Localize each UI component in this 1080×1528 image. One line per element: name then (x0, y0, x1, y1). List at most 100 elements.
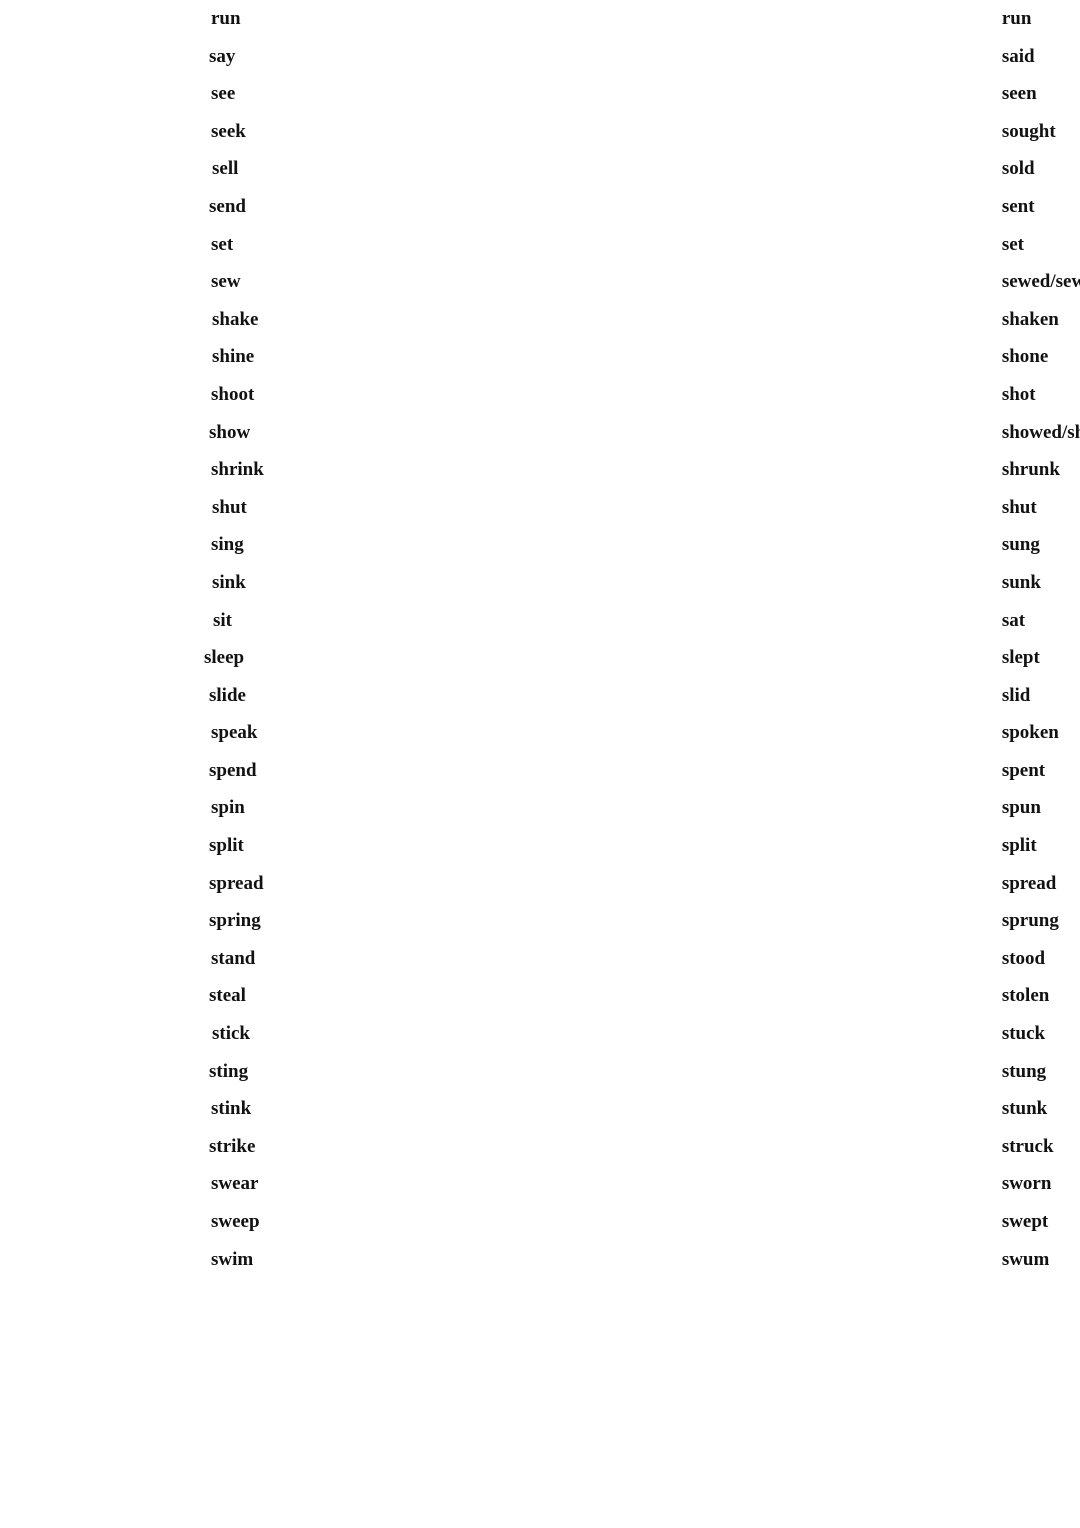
verb-base-form: sell (212, 158, 239, 180)
verb-base-form: shake (212, 308, 259, 330)
verb-past-participle: sewed/sewn (1001, 271, 1080, 293)
verb-base-form: sink (212, 571, 246, 593)
verb-row: shoot shot (0, 376, 1080, 414)
verb-base-form: shine (212, 346, 255, 368)
verb-past-participle: sung (1001, 534, 1040, 556)
verb-base-form: sting (209, 1060, 249, 1082)
verb-base-form: sleep (204, 647, 245, 669)
verb-base-form: set (211, 233, 234, 255)
verb-past-participle: run (1001, 8, 1032, 29)
verb-past-participle: split (1001, 835, 1037, 857)
verb-past-participle: sent (1001, 195, 1035, 217)
verb-row: say said (0, 38, 1080, 76)
verb-base-form: sew (211, 271, 241, 293)
verb-past-participle: sought (1001, 120, 1056, 142)
verb-row: sell sold (0, 150, 1080, 188)
verb-base-form: swear (211, 1173, 259, 1195)
verb-base-form: speak (211, 722, 258, 744)
verb-past-participle: stunk (1001, 1098, 1048, 1120)
verb-row: shrink shrunk (0, 451, 1080, 489)
verb-base-form: shoot (211, 383, 255, 405)
verb-past-participle: slept (1001, 647, 1040, 669)
verb-past-participle: spun (1001, 797, 1041, 819)
verb-row: spring sprung (0, 902, 1080, 940)
verb-base-form: spend (209, 759, 257, 781)
irregular-verbs-table: run run say said see seen seek sought sell sold se… (0, 0, 1080, 1278)
verb-past-participle: spoken (1001, 722, 1059, 744)
verb-base-form: sit (213, 609, 232, 631)
verb-row: see seen (0, 75, 1080, 113)
verb-past-participle: stood (1001, 947, 1046, 969)
verb-row: shut shut (0, 489, 1080, 527)
verb-past-participle: spread (1001, 872, 1057, 894)
verb-past-participle: shaken (1001, 308, 1059, 330)
verb-row: split split (0, 827, 1080, 865)
verb-row: send sent (0, 188, 1080, 226)
verb-past-participle: slid (1001, 684, 1031, 706)
verb-row: stand stood (0, 940, 1080, 978)
verb-past-participle: set (1001, 233, 1024, 255)
verb-base-form: split (209, 835, 244, 857)
verb-past-participle: sold (1001, 158, 1035, 180)
verb-row: spend spent (0, 752, 1080, 790)
verb-row: swear sworn (0, 1165, 1080, 1203)
verb-row: stink stunk (0, 1090, 1080, 1128)
verb-row: slide slid (0, 677, 1080, 715)
verb-past-participle: swept (1001, 1211, 1049, 1232)
verb-past-participle: swum (1001, 1248, 1050, 1270)
verb-past-participle: struck (1001, 1135, 1054, 1157)
verb-past-participle: sworn (1001, 1173, 1052, 1195)
verb-base-form: spin (211, 797, 245, 819)
verb-row: seek sought (0, 113, 1080, 151)
verb-base-form: spring (209, 910, 261, 932)
verb-row: run run (0, 0, 1080, 38)
verb-base-form: stink (211, 1098, 252, 1120)
verb-past-participle: shone (1001, 346, 1049, 368)
verb-base-form: spread (209, 872, 264, 894)
verb-row: spin spun (0, 789, 1080, 827)
verb-row: show showed/shown (0, 414, 1080, 452)
verb-base-form: say (209, 45, 236, 67)
verb-base-form: send (209, 195, 246, 217)
verb-past-participle: sunk (1001, 571, 1041, 593)
verb-past-participle: showed/shown (1001, 421, 1080, 443)
verb-past-participle: said (1001, 45, 1035, 67)
verb-base-form: stick (212, 1023, 250, 1045)
verb-past-participle: shot (1001, 383, 1036, 405)
verb-past-participle: sprung (1001, 910, 1059, 932)
verb-base-form: swim (211, 1248, 254, 1270)
verb-row: sleep slept (0, 639, 1080, 677)
verb-row: sink sunk (0, 564, 1080, 602)
verb-base-form: slide (209, 684, 246, 706)
verb-base-form: shrink (211, 459, 264, 481)
document-page: run run say said see seen seek sought sell sold se… (0, 0, 1080, 1528)
verb-row: shake shaken (0, 301, 1080, 339)
verb-row: sting stung (0, 1053, 1080, 1091)
verb-row: steal stolen (0, 977, 1080, 1015)
verb-row: strike struck (0, 1128, 1080, 1166)
verb-row: sing sung (0, 526, 1080, 564)
verb-base-form: steal (209, 985, 246, 1007)
verb-past-participle: stolen (1001, 985, 1050, 1007)
verb-row: sweep swept (0, 1203, 1080, 1241)
verb-row: sit sat (0, 602, 1080, 640)
verb-row: sew sewed/sewn (0, 263, 1080, 301)
verb-base-form: seek (211, 120, 246, 142)
verb-base-form: run (211, 8, 241, 29)
verb-base-form: shut (212, 496, 247, 518)
verb-table-body: run run say said see seen seek sought sell sold se… (0, 0, 1080, 1278)
verb-past-participle: spent (1001, 759, 1046, 781)
verb-past-participle: shrunk (1001, 459, 1060, 481)
verb-past-participle: stung (1001, 1060, 1047, 1082)
verb-past-participle: stuck (1001, 1023, 1046, 1045)
verb-base-form: sweep (211, 1211, 260, 1232)
verb-row: spread spread (0, 865, 1080, 903)
verb-base-form: stand (211, 947, 256, 969)
verb-row: set set (0, 226, 1080, 264)
verb-row: shine shone (0, 338, 1080, 376)
verb-past-participle: shut (1001, 496, 1037, 518)
verb-base-form: strike (209, 1135, 256, 1157)
verb-row: stick stuck (0, 1015, 1080, 1053)
verb-past-participle: seen (1001, 83, 1037, 105)
verb-base-form: sing (211, 534, 244, 556)
